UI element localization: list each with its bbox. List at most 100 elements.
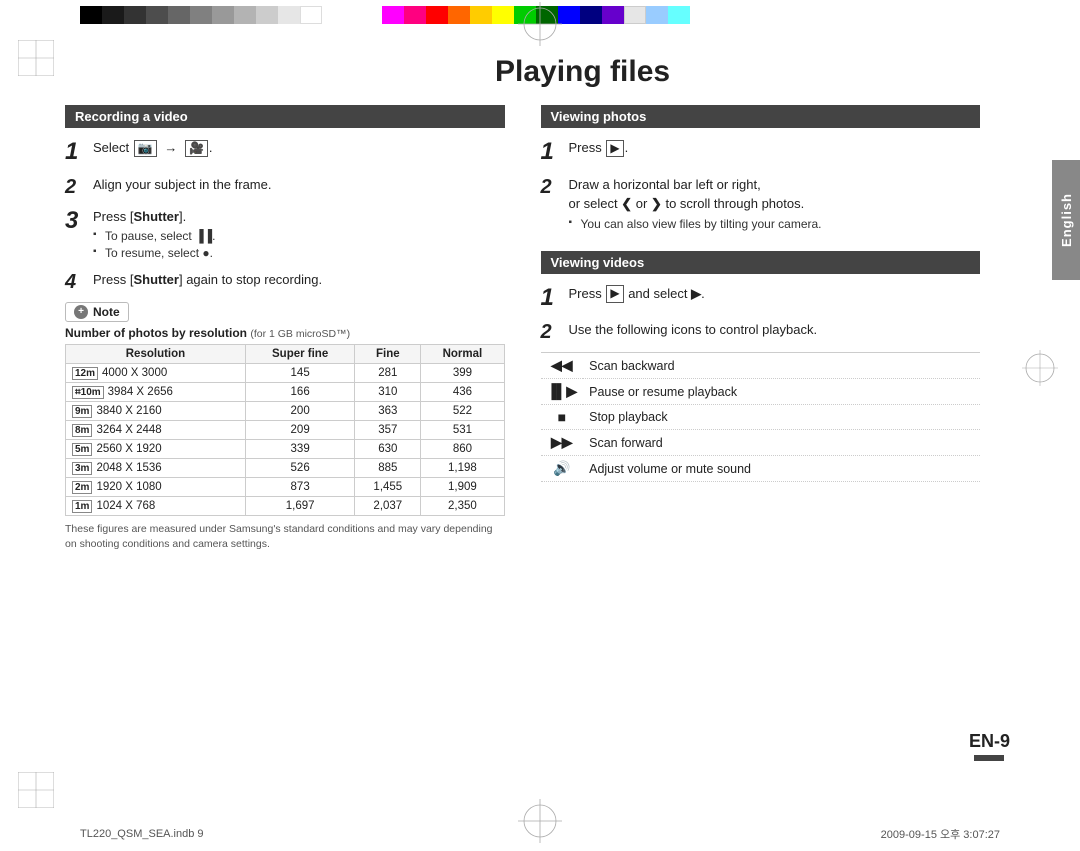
reg-mark-right xyxy=(1022,350,1058,389)
fine-cell: 281 xyxy=(355,363,421,382)
table-row: 3m2048 X 1536 526 885 1,198 xyxy=(66,458,505,477)
step-4: 4 Press [Shutter] again to stop recordin… xyxy=(65,270,505,294)
control-label: Scan backward xyxy=(583,353,980,379)
super-fine-cell: 209 xyxy=(245,420,354,439)
date-info: 2009-09-15 오후 3:07:27 xyxy=(881,826,1000,842)
resolution-cell: 2m1920 X 1080 xyxy=(66,477,246,496)
super-fine-cell: 200 xyxy=(245,401,354,420)
step-2-number: 2 xyxy=(65,175,93,199)
control-row: 🔊 Adjust volume or mute sound xyxy=(541,456,981,482)
step-1: 1 Select 📷 → 🎥. xyxy=(65,138,505,167)
normal-cell: 436 xyxy=(421,382,504,401)
step-1-content: Select 📷 → 🎥. xyxy=(93,138,505,158)
control-label: Stop playback xyxy=(583,405,980,430)
normal-cell: 860 xyxy=(421,439,504,458)
control-label: Scan forward xyxy=(583,430,980,456)
vv-step-1-content: Press ▶ and select ▶. xyxy=(569,284,981,304)
step-2-content: Align your subject in the frame. xyxy=(93,175,505,195)
step-3-bullet-2: To resume, select ●. xyxy=(93,245,505,262)
two-column-layout: Recording a video 1 Select 📷 → 🎥. 2 Alig… xyxy=(65,105,980,551)
right-column: Viewing photos 1 Press ▶. 2 Draw a horiz… xyxy=(541,105,981,551)
table-row: 2m1920 X 1080 873 1,455 1,909 xyxy=(66,477,505,496)
normal-cell: 1,198 xyxy=(421,458,504,477)
col-superfine: Super fine xyxy=(245,344,354,363)
vp-step-2-bullets: You can also view files by tilting your … xyxy=(569,216,981,233)
control-row: ▶▶ Scan forward xyxy=(541,430,981,456)
recording-section-header: Recording a video xyxy=(65,105,505,128)
fine-cell: 357 xyxy=(355,420,421,439)
grayscale-strip xyxy=(80,6,322,24)
left-column: Recording a video 1 Select 📷 → 🎥. 2 Alig… xyxy=(65,105,505,551)
step-2: 2 Align your subject in the frame. xyxy=(65,175,505,199)
control-icon: ▶▶ xyxy=(541,430,584,456)
video-icon: 🎥 xyxy=(185,140,208,158)
resolution-cell: ⌗10m3984 X 2656 xyxy=(66,382,246,401)
vv-step-2-content: Use the following icons to control playb… xyxy=(569,320,981,340)
vv-step-1: 1 Press ▶ and select ▶. xyxy=(541,284,981,313)
control-icon: ▐▌▶ xyxy=(541,379,584,405)
control-icon: 🔊 xyxy=(541,456,584,482)
super-fine-cell: 1,697 xyxy=(245,496,354,515)
table-row: 8m3264 X 2448 209 357 531 xyxy=(66,420,505,439)
language-side-tab: English xyxy=(1052,160,1080,280)
note-label: Note xyxy=(93,305,120,319)
control-label: Pause or resume playback xyxy=(583,379,980,405)
crosshair-top xyxy=(518,2,562,49)
controls-table: ◀◀ Scan backward ▐▌▶ Pause or resume pla… xyxy=(541,352,981,482)
play-icon: ▶ xyxy=(606,140,623,158)
fine-cell: 630 xyxy=(355,439,421,458)
fine-cell: 2,037 xyxy=(355,496,421,515)
control-label: Adjust volume or mute sound xyxy=(583,456,980,482)
table-title: Number of photos by resolution (for 1 GB… xyxy=(65,326,505,340)
super-fine-cell: 166 xyxy=(245,382,354,401)
super-fine-cell: 873 xyxy=(245,477,354,496)
table-row: 5m2560 X 1920 339 630 860 xyxy=(66,439,505,458)
step-3: 3 Press [Shutter]. To pause, select ▐▐. … xyxy=(65,207,505,262)
control-row: ▐▌▶ Pause or resume playback xyxy=(541,379,981,405)
step-4-number: 4 xyxy=(65,270,93,294)
super-fine-cell: 339 xyxy=(245,439,354,458)
col-normal: Normal xyxy=(421,344,504,363)
control-icon: ◀◀ xyxy=(541,353,584,379)
file-info: TL220_QSM_SEA.indb 9 xyxy=(80,828,204,840)
step-1-number: 1 xyxy=(65,138,93,167)
reg-mark-top-left xyxy=(18,40,54,79)
table-row: 1m1024 X 768 1,697 2,037 2,350 xyxy=(66,496,505,515)
note-icon: + xyxy=(74,305,88,319)
vp-step-1-num: 1 xyxy=(541,138,569,167)
fine-cell: 1,455 xyxy=(355,477,421,496)
super-fine-cell: 526 xyxy=(245,458,354,477)
step-4-content: Press [Shutter] again to stop recording. xyxy=(93,270,505,290)
step-3-number: 3 xyxy=(65,207,93,236)
control-row: ◀◀ Scan backward xyxy=(541,353,981,379)
table-row: ⌗10m3984 X 2656 166 310 436 xyxy=(66,382,505,401)
normal-cell: 522 xyxy=(421,401,504,420)
table-note: These figures are measured under Samsung… xyxy=(65,522,505,551)
normal-cell: 1,909 xyxy=(421,477,504,496)
vp-step-1-content: Press ▶. xyxy=(569,138,981,158)
fine-cell: 363 xyxy=(355,401,421,420)
control-icon: ■ xyxy=(541,405,584,430)
vv-step-1-num: 1 xyxy=(541,284,569,313)
resolution-cell: 8m3264 X 2448 xyxy=(66,420,246,439)
step-3-bullets: To pause, select ▐▐. To resume, select ●… xyxy=(93,228,505,262)
vv-step-2: 2 Use the following icons to control pla… xyxy=(541,320,981,344)
step-3-content: Press [Shutter]. To pause, select ▐▐. To… xyxy=(93,207,505,262)
vp-bullet-1: You can also view files by tilting your … xyxy=(569,216,981,233)
super-fine-cell: 145 xyxy=(245,363,354,382)
step-3-bullet-1: To pause, select ▐▐. xyxy=(93,228,505,245)
vv-step-2-num: 2 xyxy=(541,320,569,344)
col-fine: Fine xyxy=(355,344,421,363)
resolution-table: Resolution Super fine Fine Normal 12m400… xyxy=(65,344,505,516)
vp-step-2-content: Draw a horizontal bar left or right, or … xyxy=(569,175,981,233)
page-title: Playing files xyxy=(495,55,980,89)
resolution-cell: 5m2560 X 1920 xyxy=(66,439,246,458)
col-resolution: Resolution xyxy=(66,344,246,363)
play-btn-icon: ▶ xyxy=(606,285,623,303)
note-box: + Note xyxy=(65,302,505,322)
fine-cell: 310 xyxy=(355,382,421,401)
resolution-cell: 1m1024 X 768 xyxy=(66,496,246,515)
reg-mark-bottom-left xyxy=(18,772,54,811)
main-content: Playing files Recording a video 1 Select… xyxy=(65,55,980,801)
normal-cell: 531 xyxy=(421,420,504,439)
